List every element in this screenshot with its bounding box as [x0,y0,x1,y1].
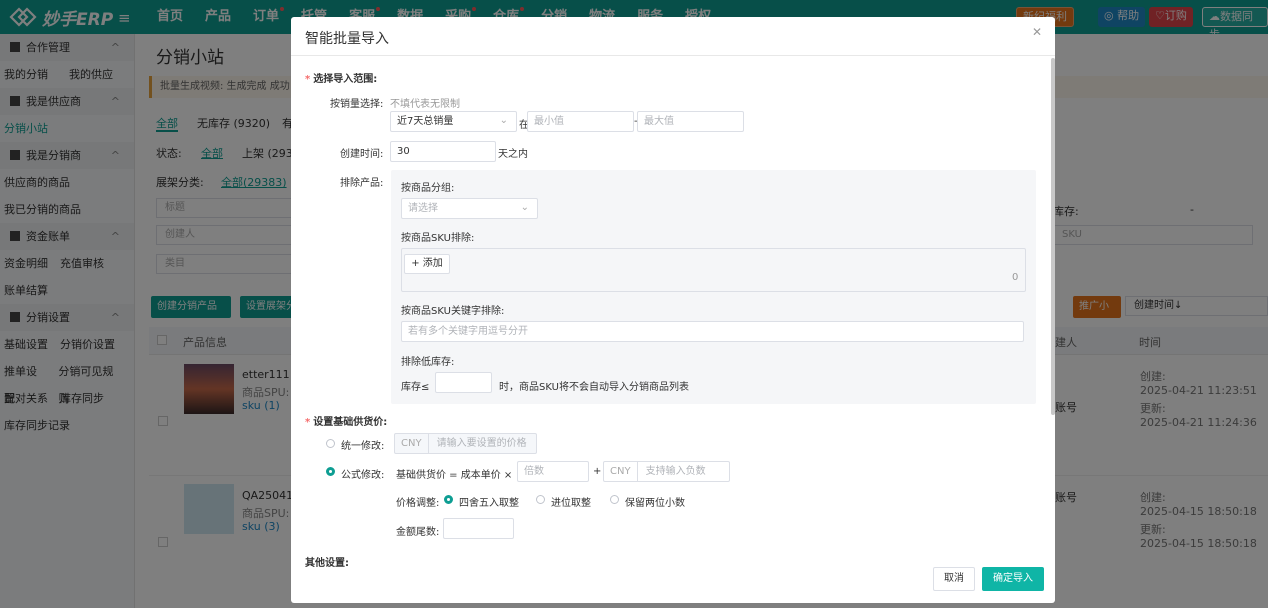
exclude-label: 排除产品: [340,178,384,189]
round-label: 四舍五入取整 [459,498,519,509]
created-days-input[interactable]: 30 [390,141,496,162]
low-stock-label: 排除低库存: [401,357,455,368]
formula-text: 基础供货价 = 成本单价 × [396,470,513,481]
section-other: 其他设置: [305,558,349,569]
close-icon[interactable]: ✕ [1032,25,1042,39]
tail-label: 金额尾数: [396,527,440,538]
two-decimal-label: 保留两位小数 [625,498,685,509]
stock-prefix: 库存≤ [401,382,430,393]
sales-period-select[interactable]: 近7天总销量 ⌄ [390,111,517,132]
cancel-button[interactable]: 取消 [933,567,975,591]
formula-offset-input[interactable]: CNY 支持输入负数 [603,461,730,482]
unify-price-input[interactable]: CNY 请输入要设置的价格 [394,433,537,454]
sku-count: 0 [1012,272,1019,283]
sales-max-input[interactable]: 最大值 [637,111,744,132]
stock-threshold-input[interactable] [435,372,492,393]
created-suffix: 天之内 [498,149,528,160]
round-radio[interactable] [444,495,453,504]
created-time-label: 创建时间: [340,149,384,160]
formula-label: 公式修改: [341,470,385,481]
sku-exclude-label: 按商品SKU排除: [401,233,475,244]
keyword-label: 按商品SKU关键字排除: [401,306,505,317]
chevron-down-icon: ⌄ [520,202,529,213]
ceil-radio[interactable] [536,495,545,504]
ceil-label: 进位取整 [551,498,591,509]
add-sku-button[interactable]: + 添加 [404,254,450,274]
sales-min-input[interactable]: 最小值 [527,111,634,132]
dialog-title: 智能批量导入 [305,31,389,47]
group-select[interactable]: 请选择 ⌄ [401,198,538,219]
plus-icon: + [411,258,420,269]
adjust-label: 价格调整: [396,498,440,509]
section-base-price: * 设置基础供货价: [305,417,388,428]
confirm-import-button[interactable]: 确定导入 [982,567,1044,591]
dialog-scrollbar[interactable] [1051,58,1055,415]
unify-radio[interactable] [326,439,335,448]
sales-hint: 不填代表无限制 [390,99,460,110]
group-label: 按商品分组: [401,183,455,194]
chevron-down-icon: ⌄ [499,115,508,126]
formula-radio[interactable] [326,467,335,476]
keyword-input[interactable]: 若有多个关键字用逗号分开 [401,321,1024,342]
plus-sign: + [593,466,602,477]
multiple-input[interactable]: 倍数 [517,461,589,482]
smart-batch-import-dialog: 智能批量导入 ✕ * 选择导入范围: 按销量选择: 不填代表无限制 近7天总销量 ⌄… [291,17,1055,603]
unify-label: 统一修改: [341,441,385,452]
dialog-divider [291,55,1055,56]
tail-input[interactable] [443,518,514,539]
sku-exclude-box [401,248,1026,292]
section-import-range: * 选择导入范围: [305,74,378,85]
stock-suffix: 时，商品SKU将不会自动导入分销商品列表 [499,382,689,393]
sales-label: 按销量选择: [330,99,384,110]
two-decimal-radio[interactable] [610,495,619,504]
